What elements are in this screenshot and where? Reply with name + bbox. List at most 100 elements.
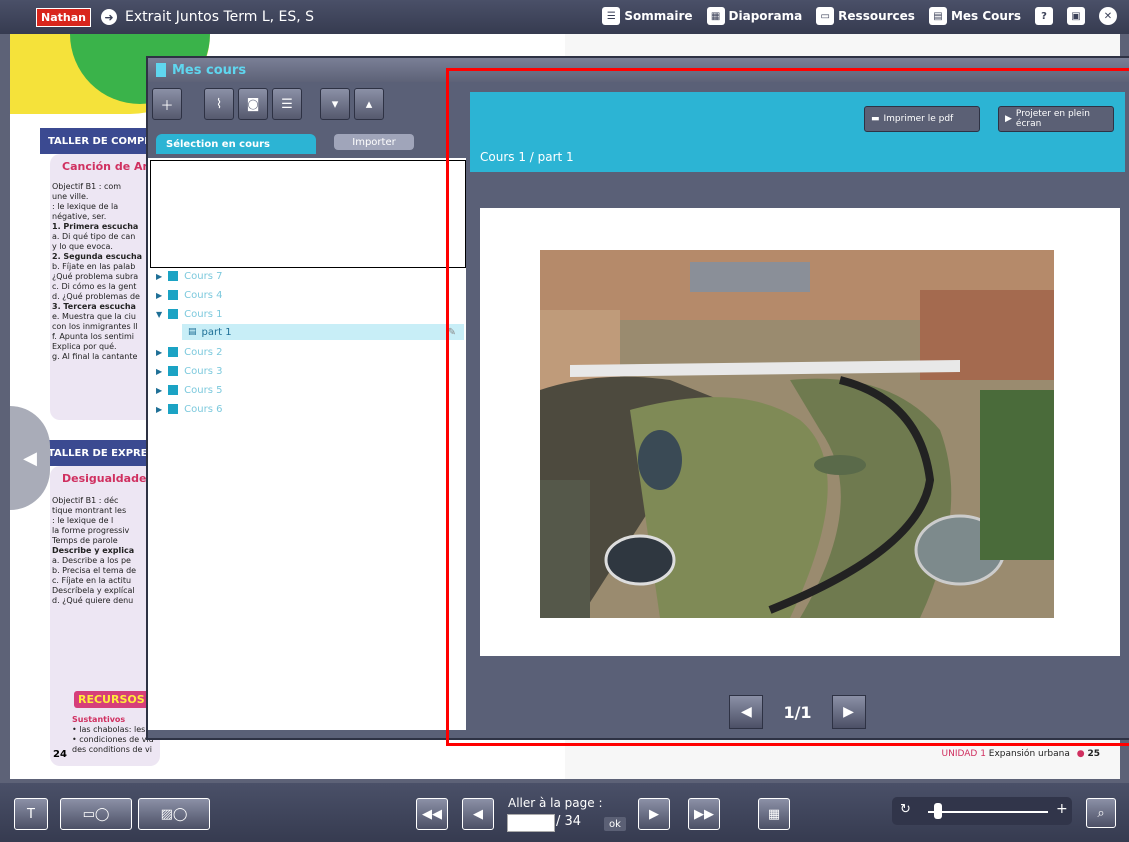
text-line: Objectif B1 : déc [52, 496, 119, 505]
camera-icon[interactable]: ◙ [238, 88, 268, 120]
tree-item-cours-1[interactable]: ▼ Cours 1 [156, 308, 222, 320]
attach-icon[interactable]: ⌇ [204, 88, 234, 120]
text-line: la forme progressiv [52, 526, 130, 535]
document-title: Extrait Juntos Term L, ES, S [124, 9, 315, 25]
add-course-icon[interactable]: ＋ [152, 88, 182, 120]
text-line: Describe y explica [52, 546, 135, 555]
settings-icon[interactable]: ☰ [272, 88, 302, 120]
goto-page-label: Aller à la page : [508, 796, 603, 810]
tree-item-cours-3[interactable]: ▶ Cours 3 [156, 365, 222, 377]
text-line: c. Di cómo es la gent [52, 282, 137, 291]
expand-icon: ▶ [156, 404, 163, 414]
double-page-view-icon[interactable]: ▦ [758, 798, 790, 830]
text-line: : le lexique de la [52, 202, 119, 211]
text-line: b. Precisa el tema de [52, 566, 137, 575]
notebook-icon: ▤ [928, 7, 947, 25]
nav-ressources-button[interactable]: ▭ Ressources [816, 7, 915, 25]
text-line: d. ¿Qué problemas de [52, 292, 140, 301]
panel-icon [156, 63, 166, 77]
expand-icon: ▶ [156, 290, 163, 300]
text-line: • las chabolas: les bi [72, 725, 156, 734]
nav-sommaire-button[interactable]: ☰ Sommaire [602, 7, 693, 25]
recursos-label: RECURSOS [74, 691, 149, 708]
last-page-button[interactable]: ▶▶ [688, 798, 720, 830]
folder-icon [167, 403, 180, 415]
slider-handle[interactable] [934, 803, 942, 819]
save-icon[interactable]: ▾ [320, 88, 350, 120]
text-line: b. Fíjate en las palab [52, 262, 136, 271]
tree-item-part-1[interactable]: ▤ part 1 ✎ [182, 324, 464, 340]
text-line: une ville. [52, 192, 89, 201]
tree-label: Cours 7 [184, 270, 223, 282]
top-nav: ☰ Sommaire ▦ Diaporama ▭ Ressources ▤ Mes Co… [602, 7, 1117, 25]
expand-icon: ▶ [156, 347, 163, 357]
section-text: Objectif B1 : déc tique montrant les : l… [52, 496, 136, 606]
zoom-magnifier-icon[interactable]: ⌕ [1086, 798, 1116, 828]
text-line: Objectif B1 : com [52, 182, 122, 191]
toolbar: ＋ ⌇ ◙ ☰ ▾ ▴ [152, 88, 384, 120]
tree-item-cours-4[interactable]: ▶ Cours 4 [156, 289, 222, 301]
zoom-plus-icon[interactable]: + [1056, 801, 1068, 817]
page-total: / 34 [556, 814, 582, 829]
reset-zoom-icon[interactable]: ↻ [900, 802, 911, 817]
section-text: Objectif B1 : com une ville. : le lexiqu… [52, 182, 142, 362]
tree-label: Cours 1 [184, 308, 223, 320]
zoom-slider[interactable]: ↻ + [892, 797, 1072, 825]
text-line: con los inmigrantes ll [52, 322, 138, 331]
text-line: d. ¿Qué quiere denu [52, 596, 134, 605]
import-button[interactable]: Importer [334, 134, 414, 150]
slider-track [928, 811, 1048, 813]
text-line: Descríbela y explícal [52, 586, 135, 595]
first-page-button[interactable]: ◀◀ [416, 798, 448, 830]
text-line: g. Al final la cantante [52, 352, 138, 361]
arrow-right-icon[interactable]: ➜ [100, 9, 117, 25]
folder-icon [167, 308, 180, 320]
folder-icon [167, 289, 180, 301]
highlight-box [446, 68, 1129, 746]
mask-tool-icon[interactable]: ▨◯ [138, 798, 210, 830]
text-line: a. Di qué tipo de can [52, 232, 136, 241]
text-tool-icon[interactable]: T [14, 798, 48, 830]
page-input[interactable] [507, 814, 555, 832]
export-icon[interactable]: ▴ [354, 88, 384, 120]
collapse-icon: ▼ [156, 309, 163, 319]
text-line: 1. Primera escucha [52, 222, 139, 231]
help-icon[interactable]: ? [1035, 7, 1053, 25]
text-line: a. Describe a los pe [52, 556, 131, 565]
tab-selection[interactable]: Sélection en cours [156, 134, 316, 154]
text-line: 2. Segunda escucha [52, 252, 143, 261]
text-line: • condiciones de vid [72, 735, 154, 744]
expand-icon: ▶ [156, 385, 163, 395]
grid-icon: ▦ [706, 7, 725, 25]
top-bar: Nathan ➜ Extrait Juntos Term L, ES, S ☰ S… [0, 0, 1129, 34]
bottom-toolbar: T ▭◯ ▨◯ ◀◀ ◀ Aller à la page : / 34 ok ▶… [0, 783, 1129, 842]
text-line: 3. Tercera escucha [52, 302, 136, 311]
tree-item-cours-7[interactable]: ▶ Cours 7 [156, 270, 222, 282]
tree-item-cours-2[interactable]: ▶ Cours 2 [156, 346, 222, 358]
previous-page-button[interactable]: ◀ [462, 798, 494, 830]
unit-label: UNIDAD 1 [941, 749, 986, 759]
nav-label: Ressources [838, 9, 915, 23]
tree-item-cours-6[interactable]: ▶ Cours 6 [156, 403, 222, 415]
nav-label: Diaporama [728, 9, 803, 23]
fullscreen-icon[interactable]: ▣ [1067, 7, 1085, 25]
tree-label: Cours 5 [184, 384, 223, 396]
nav-mes-cours-button[interactable]: ▤ Mes Cours [928, 7, 1021, 25]
nav-diaporama-button[interactable]: ▦ Diaporama [706, 7, 803, 25]
tree-label: Cours 2 [184, 346, 223, 358]
text-line: e. Muestra que la ciu [52, 312, 136, 321]
next-page-button[interactable]: ▶ [638, 798, 670, 830]
tree-label: Cours 6 [184, 403, 223, 415]
shape-tool-icon[interactable]: ▭◯ [60, 798, 132, 830]
folder-icon [167, 346, 180, 358]
text-line: c. Fíjate en la actitu [52, 576, 132, 585]
text-line: f. Apunta los sentimi [52, 332, 134, 341]
ok-button[interactable]: ok [604, 817, 626, 831]
close-icon[interactable]: ✕ [1099, 7, 1117, 25]
tree-item-cours-5[interactable]: ▶ Cours 5 [156, 384, 222, 396]
text-line: y lo que evoca. [52, 242, 113, 251]
text-line: tique montrant les [52, 506, 127, 515]
text-line: des conditions de vi [72, 745, 152, 754]
folder-icon [167, 365, 180, 377]
tree-label: Cours 3 [184, 365, 223, 377]
